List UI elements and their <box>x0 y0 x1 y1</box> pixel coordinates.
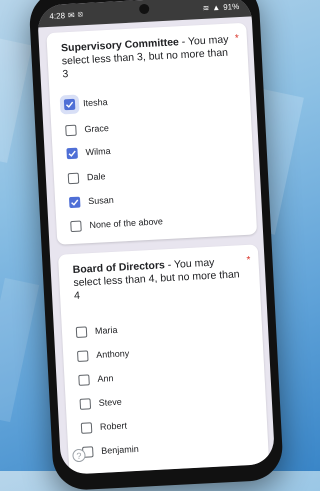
checkbox-option-wilma[interactable]: Wilma <box>66 143 111 161</box>
checkbox-option-none-of-the-above[interactable]: None of the above <box>70 213 163 234</box>
checkbox-option-anthony[interactable]: Anthony <box>76 345 130 364</box>
camera-notch <box>138 3 150 15</box>
checkbox[interactable] <box>78 373 90 386</box>
checkbox[interactable] <box>66 147 78 159</box>
checkbox[interactable] <box>65 124 77 136</box>
option-label: Maria <box>94 324 118 336</box>
required-asterisk: * <box>234 33 240 45</box>
checkbox[interactable] <box>80 421 93 434</box>
checkbox[interactable] <box>76 349 89 362</box>
notification-icon: ⦻ <box>77 9 84 19</box>
option-label: None of the above <box>89 216 164 231</box>
option-label: Susan <box>87 194 114 207</box>
checkbox-option-dale[interactable]: Dale <box>67 168 106 186</box>
checkbox[interactable] <box>63 98 76 110</box>
checkbox-option-ann[interactable]: Ann <box>78 370 114 388</box>
phone-screen: 4:28 ✉ ⦻ ≋ ▲ 91% Supervisory Committee -… <box>36 0 276 475</box>
required-asterisk: * <box>246 254 251 266</box>
checkmark-icon <box>71 199 79 206</box>
checkbox[interactable] <box>75 325 88 338</box>
checkbox[interactable] <box>70 220 82 232</box>
background-panel <box>0 277 40 423</box>
option-label: Steve <box>98 396 123 408</box>
question-card-supervisory-committee: Supervisory Committee - You may select l… <box>46 22 258 245</box>
question-title: Board of Directors - You may select less… <box>72 255 242 303</box>
question-title: Supervisory Committee - You may select l… <box>61 34 231 82</box>
option-label: Wilma <box>85 145 111 158</box>
checkbox-option-susan[interactable]: Susan <box>68 192 114 210</box>
option-label: Grace <box>84 122 110 135</box>
notification-icon: ✉ <box>67 10 75 20</box>
checkbox-option-itesha[interactable]: Itesha <box>63 94 108 112</box>
checkbox-option-robert[interactable]: Robert <box>80 417 128 435</box>
checkbox-option-benjamin[interactable]: Benjamin <box>82 441 139 460</box>
status-time: 4:28 <box>49 10 66 21</box>
question-card-board-of-directors: Board of Directors - You may select less… <box>57 244 270 475</box>
option-label: Ann <box>97 373 114 384</box>
signal-icon: ▲ <box>212 2 221 12</box>
wifi-icon: ≋ <box>202 3 210 13</box>
checkmark-icon <box>68 150 76 157</box>
checkbox[interactable] <box>68 196 81 208</box>
background-panel <box>0 37 33 163</box>
checkbox[interactable] <box>79 397 92 410</box>
battery-level: 91% <box>222 1 240 12</box>
checkbox-option-steve[interactable]: Steve <box>79 394 122 412</box>
checkbox-option-maria[interactable]: Maria <box>75 322 118 340</box>
option-label: Anthony <box>95 348 130 360</box>
checkbox-option-grace[interactable]: Grace <box>65 120 109 138</box>
option-label: Itesha <box>82 97 108 109</box>
option-label: Robert <box>99 420 128 432</box>
option-label: Benjamin <box>101 443 140 456</box>
option-label: Dale <box>86 171 106 183</box>
checkmark-icon <box>65 101 74 108</box>
checkbox[interactable] <box>67 172 80 184</box>
phone-frame: 4:28 ✉ ⦻ ≋ ▲ 91% Supervisory Committee -… <box>28 0 285 491</box>
